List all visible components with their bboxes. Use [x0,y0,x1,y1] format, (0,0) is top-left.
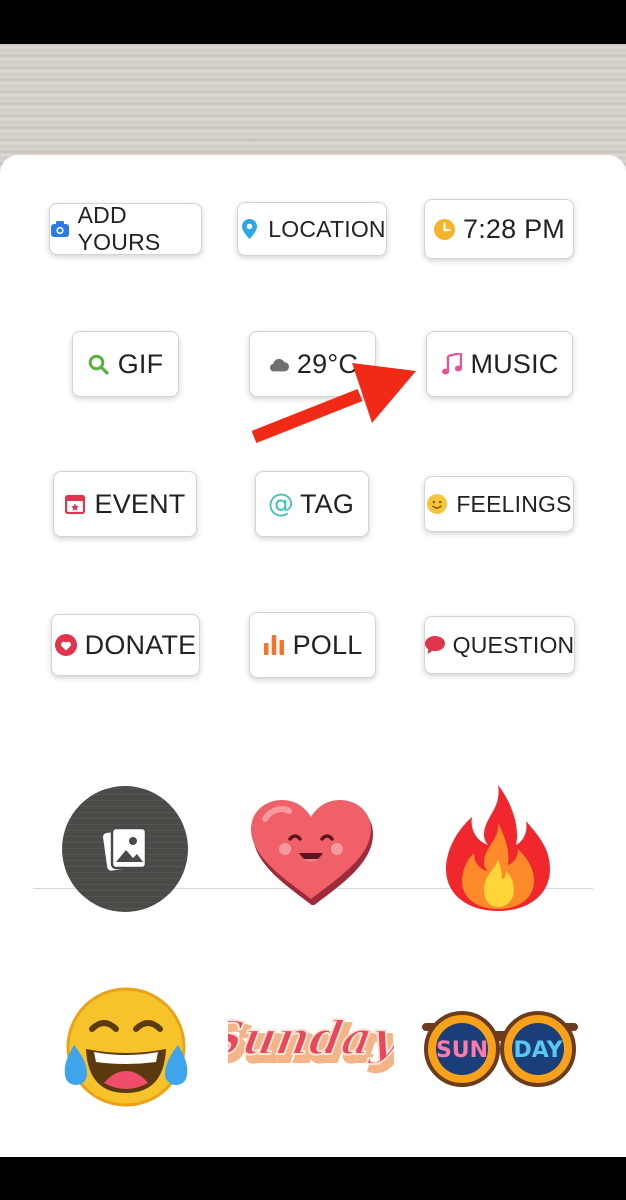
search-icon [88,353,110,375]
music-note-icon [441,353,463,375]
donate-label: DONATE [84,629,197,660]
photo-sticker[interactable] [62,786,188,912]
gallery-icon [103,826,148,871]
feelings-label: FEELINGS [456,490,572,517]
gif-label: GIF [117,348,164,379]
add-yours-sticker-button[interactable]: ADD YOURS [49,202,202,255]
calendar-icon [64,493,86,515]
weather-label: 29°C [296,348,359,379]
event-label: EVENT [94,488,186,519]
at-icon: @ [267,489,295,519]
sticker-tray: ADD YOURS LOCATION 7:28 PM GIF 29°C MUSI… [0,155,626,1157]
heart-face-sticker[interactable] [245,797,377,905]
location-label: LOCATION [268,215,386,242]
location-sticker-button[interactable]: LOCATION [237,202,387,256]
donate-icon [54,634,77,656]
donate-sticker-button[interactable]: DONATE [51,614,200,676]
poll-bars-icon [263,634,285,656]
poll-sticker-button[interactable]: POLL [249,612,376,678]
svg-text:Sunday: Sunday [228,1010,394,1065]
status-bar [0,0,626,44]
music-sticker-button[interactable]: MUSIC [426,331,573,397]
svg-text:SUN: SUN [436,1038,488,1063]
laughing-emoji-sticker[interactable] [60,985,192,1111]
speech-bubble-icon [424,634,445,656]
event-sticker-button[interactable]: EVENT [53,471,197,537]
camera-icon [50,218,70,240]
feelings-sticker-button[interactable]: FEELINGS [424,476,574,532]
time-label: 7:28 PM [463,213,565,244]
fire-sticker[interactable] [440,783,556,913]
location-pin-icon [238,218,260,240]
question-label: QUESTION [452,631,575,658]
add-yours-label: ADD YOURS [77,202,161,255]
cloud-icon [267,353,289,375]
svg-text:DAY: DAY [513,1038,563,1063]
weather-sticker-button[interactable]: 29°C [249,331,376,397]
tag-label: TAG [299,488,355,519]
poll-label: POLL [292,629,363,660]
navigation-bar [0,1157,626,1200]
sun-day-glasses-sticker[interactable]: SUN DAY [422,1007,578,1091]
smiley-icon [426,493,448,515]
time-sticker-button[interactable]: 7:28 PM [424,199,574,259]
clock-icon [433,218,455,240]
sunday-text-sticker[interactable]: Sunday Sunday [228,1000,394,1080]
music-label: MUSIC [470,348,559,379]
gif-sticker-button[interactable]: GIF [72,331,179,397]
question-sticker-button[interactable]: QUESTION [424,616,575,674]
tag-sticker-button[interactable]: @ TAG [255,471,369,537]
